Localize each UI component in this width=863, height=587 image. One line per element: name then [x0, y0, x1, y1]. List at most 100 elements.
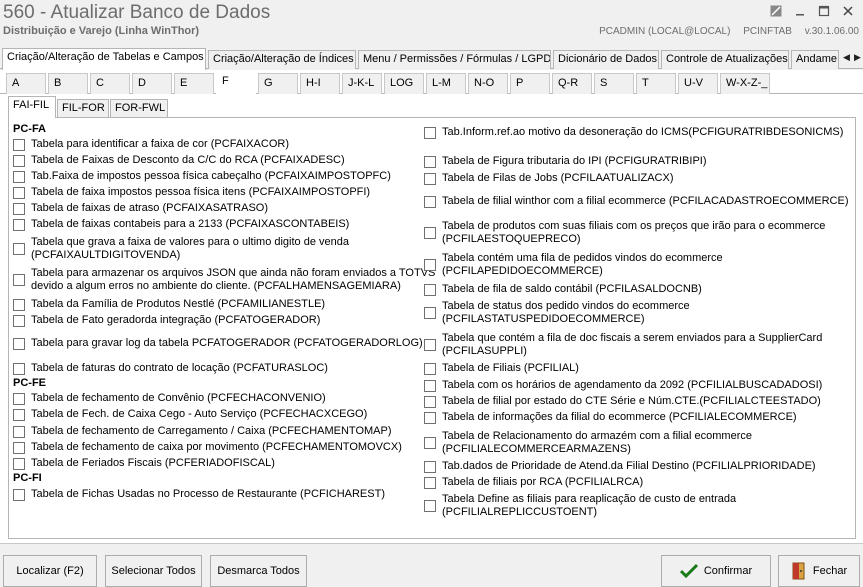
checkbox[interactable] [424, 173, 436, 185]
list-item[interactable]: Tabela Define as filiais para reaplicaçã… [424, 493, 736, 519]
list-item[interactable]: Tabela que grava a faixa de valores para… [13, 236, 349, 262]
tab-letter[interactable]: Q-R [552, 73, 592, 94]
tab-letter[interactable]: L-M [426, 73, 466, 94]
list-item[interactable]: Tabela de filial winthor com a filial ec… [424, 195, 849, 208]
checkbox[interactable] [13, 442, 25, 454]
list-item[interactable]: Tabela de faixas contabeis para a 2133 (… [13, 218, 349, 231]
tab-letter[interactable]: U-V [678, 73, 718, 94]
list-item[interactable]: Tabela de faturas do contrato de locação… [13, 362, 328, 375]
checkbox[interactable] [13, 187, 25, 199]
confirmar-button[interactable]: Confirmar [661, 555, 771, 587]
checkbox[interactable] [424, 196, 436, 208]
list-item[interactable]: Tabela de Faixas de Desconto da C/C do R… [13, 154, 345, 167]
checkbox[interactable] [424, 227, 436, 239]
checkbox[interactable] [13, 363, 25, 375]
desmarca-todos-button[interactable]: Desmarca Todos [210, 555, 307, 587]
selecionar-todos-button[interactable]: Selecionar Todos [105, 555, 202, 587]
list-item[interactable]: Tabela de fechamento de Carregamento / C… [13, 425, 392, 438]
list-item[interactable]: Tabela de informações da filial do ecomm… [424, 411, 797, 424]
checkbox[interactable] [424, 307, 436, 319]
checkbox[interactable] [13, 243, 25, 255]
chevron-left-icon[interactable]: ◀ [841, 50, 852, 66]
list-item[interactable]: Tabela de Relacionamento do armazém com … [424, 430, 752, 456]
checkbox[interactable] [13, 219, 25, 231]
checkbox[interactable] [13, 155, 25, 167]
list-item[interactable]: Tabela da Família de Produtos Nestlé (PC… [13, 298, 325, 311]
list-item[interactable]: Tab.Inform.ref.ao motivo da desoneração … [424, 126, 843, 139]
localizar-button[interactable]: Localizar (F2) [3, 555, 97, 587]
checkbox[interactable] [13, 139, 25, 151]
list-item[interactable]: Tabela contém uma fila de pedidos vindos… [424, 252, 723, 278]
tab-fil-for[interactable]: FIL-FOR [57, 99, 109, 118]
checkbox[interactable] [13, 409, 25, 421]
tab-for-fwl[interactable]: FOR-FWL [110, 99, 168, 118]
tab-letter[interactable]: H-I [300, 73, 340, 94]
tab-letter[interactable]: W-X-Z-_ [720, 73, 770, 94]
list-item[interactable]: Tabela de Fichas Usadas no Processo de R… [13, 488, 385, 501]
minimize-icon[interactable] [791, 2, 809, 20]
checkbox[interactable] [424, 437, 436, 449]
checkbox[interactable] [13, 315, 25, 327]
checkbox[interactable] [424, 363, 436, 375]
chevron-right-icon[interactable]: ▶ [852, 50, 863, 66]
tab-letter[interactable]: B [48, 73, 88, 94]
fechar-button[interactable]: Fechar [778, 555, 860, 587]
list-item[interactable]: Tabela de Feriados Fiscais (PCFERIADOFIS… [13, 457, 275, 470]
tab-dicionario[interactable]: Dicionário de Dados [553, 50, 659, 69]
tab-letter[interactable]: T [636, 73, 676, 94]
list-item[interactable]: Tabela de produtos com suas filiais com … [424, 220, 825, 246]
list-item[interactable]: Tabela de status dos pedido vindos do ec… [424, 300, 690, 326]
list-item[interactable]: Tabela de Filiais (PCFILIAL) [424, 362, 579, 375]
tab-letter-active[interactable]: F [216, 71, 256, 95]
checkbox[interactable] [424, 477, 436, 489]
tab-letter[interactable]: N-O [468, 73, 508, 94]
tab-controle-atualizacoes[interactable]: Controle de Atualizações [661, 50, 789, 69]
checkbox[interactable] [13, 426, 25, 438]
checkbox[interactable] [13, 274, 25, 286]
checkbox[interactable] [424, 127, 436, 139]
list-item[interactable]: Tabela para gravar log da tabela PCFATOG… [13, 337, 423, 350]
close-icon[interactable] [839, 2, 857, 20]
tab-letter[interactable]: P [510, 73, 550, 94]
checkbox[interactable] [13, 458, 25, 470]
checkbox[interactable] [424, 380, 436, 392]
checkbox[interactable] [13, 489, 25, 501]
list-item[interactable]: Tab.Faixa de impostos pessoa física cabe… [13, 170, 391, 183]
list-item[interactable]: Tabela de Filas de Jobs (PCFILAATUALIZAC… [424, 172, 674, 185]
list-item[interactable]: Tabela de filial por estado do CTE Série… [424, 395, 821, 408]
maximize-icon[interactable] [815, 2, 833, 20]
checkbox[interactable] [424, 284, 436, 296]
tab-tabelas-campos[interactable]: Criação/Alteração de Tabelas e Campos [2, 48, 206, 70]
checkbox[interactable] [13, 203, 25, 215]
edit-icon[interactable] [767, 2, 785, 20]
checkbox[interactable] [13, 171, 25, 183]
checkbox[interactable] [13, 299, 25, 311]
tab-letter[interactable]: E [174, 73, 214, 94]
list-item[interactable]: Tabela de faixas de atraso (PCFAIXASATRA… [13, 202, 268, 215]
list-item[interactable]: Tabela que contém a fila de doc fiscais … [424, 332, 822, 358]
checkbox[interactable] [424, 500, 436, 512]
list-item[interactable]: Tabela de Fato geradorda integração (PCF… [13, 314, 320, 327]
tab-letter[interactable]: S [594, 73, 634, 94]
checkbox[interactable] [13, 338, 25, 350]
tab-fai-fil[interactable]: FAI-FIL [8, 96, 56, 118]
tab-letter[interactable]: C [90, 73, 130, 94]
checkbox[interactable] [13, 393, 25, 405]
tab-letter[interactable]: A [6, 73, 46, 94]
list-item[interactable]: Tabela com os horários de agendamento da… [424, 379, 822, 392]
checkbox[interactable] [424, 412, 436, 424]
list-item[interactable]: Tabela de fechamento de Convênio (PCFECH… [13, 392, 326, 405]
list-item[interactable]: Tabela de filiais por RCA (PCFILIALRCA) [424, 476, 643, 489]
list-item[interactable]: Tabela de Figura tributaria do IPI (PCFI… [424, 155, 707, 168]
list-item[interactable]: Tabela de faixa impostos pessoa física i… [13, 186, 370, 199]
checkbox[interactable] [424, 339, 436, 351]
tab-letter[interactable]: J-K-L [342, 73, 382, 94]
tab-indices[interactable]: Criação/Alteração de Índices [208, 50, 356, 69]
checkbox[interactable] [424, 259, 436, 271]
tab-letter[interactable]: LOG [384, 73, 424, 94]
tab-letter[interactable]: G [258, 73, 298, 94]
tab-menu-permissoes[interactable]: Menu / Permissões / Fórmulas / LGPD [358, 50, 551, 69]
list-item[interactable]: Tabela de fila de saldo contábil (PCFILA… [424, 283, 702, 296]
checkbox[interactable] [424, 156, 436, 168]
list-item[interactable]: Tab.dados de Prioridade de Atend.da Fili… [424, 460, 816, 473]
